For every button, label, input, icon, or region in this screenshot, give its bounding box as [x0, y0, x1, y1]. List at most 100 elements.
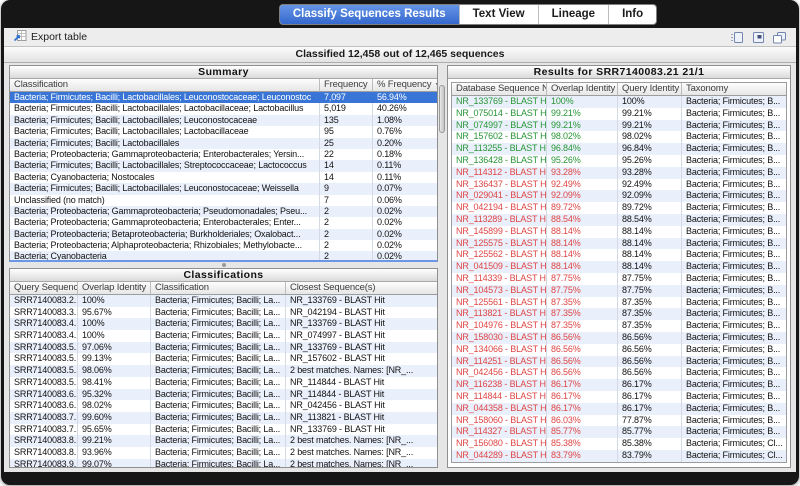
summary-row[interactable]: Bacteria; Proteobacteria; Gammaproteobac…: [10, 217, 437, 228]
results-row[interactable]: NR_134066 - BLAST Hit86.56%86.56%Bacteri…: [452, 344, 786, 356]
classifications-row[interactable]: SRR7140083.5...98.06%Bacteria; Firmicute…: [10, 365, 437, 377]
summary-row[interactable]: Bacteria; Proteobacteria; Gammaproteobac…: [10, 149, 437, 160]
classifications-cell: Bacteria; Firmicutes; Bacilli; La...: [151, 307, 286, 319]
results-row[interactable]: NR_116238 - BLAST Hit86.17%86.17%Bacteri…: [452, 379, 786, 391]
summary-row[interactable]: Bacteria; Firmicutes; Bacilli; Lactobaci…: [10, 126, 437, 137]
summary-column-header[interactable]: % Frequency▼: [373, 79, 437, 92]
results-row[interactable]: NR_125562 - BLAST Hit88.14%88.14%Bacteri…: [452, 249, 786, 261]
tab-info[interactable]: Info: [608, 5, 656, 24]
summary-cell: 7: [320, 195, 373, 206]
results-column-header[interactable]: Taxonomy: [682, 83, 786, 96]
results-cell: 87.75%: [618, 273, 682, 285]
results-row[interactable]: NR_044289 - BLAST Hit83.79%83.79%Bacteri…: [452, 450, 786, 462]
results-row[interactable]: NR_114312 - BLAST Hit93.28%93.28%Bacteri…: [452, 167, 786, 179]
results-row[interactable]: NR_113821 - BLAST Hit87.35%87.35%Bacteri…: [452, 308, 786, 320]
summary-row[interactable]: Bacteria; Proteobacteria; Alphaproteobac…: [10, 240, 437, 251]
summary-row[interactable]: Bacteria; Cyanobacteria; Nostocales140.1…: [10, 172, 437, 183]
classifications-row[interactable]: SRR7140083.2...100%Bacteria; Firmicutes;…: [10, 295, 437, 307]
results-cell: 95.26%: [547, 155, 618, 167]
results-row[interactable]: NR_104976 - BLAST Hit87.35%87.35%Bacteri…: [452, 320, 786, 332]
summary-cell: Bacteria; Cyanobacteria; Nostocales: [10, 172, 320, 183]
results-row[interactable]: NR_114251 - BLAST Hit86.56%86.56%Bacteri…: [452, 356, 786, 368]
results-cell: NR_074997 - BLAST Hit: [452, 120, 547, 132]
summary-row[interactable]: Bacteria; Firmicutes; Bacilli; Lactobaci…: [10, 115, 437, 126]
results-cell: NR_113289 - BLAST Hit: [452, 214, 547, 226]
results-row[interactable]: NR_042456 - BLAST Hit86.56%86.56%Bacteri…: [452, 367, 786, 379]
horizontal-splitter[interactable]: [9, 262, 438, 268]
classifications-row[interactable]: SRR7140083.4...100%Bacteria; Firmicutes;…: [10, 330, 437, 342]
vertical-splitter[interactable]: [438, 65, 447, 468]
export-table-button[interactable]: Export table: [13, 29, 87, 45]
summary-column-header[interactable]: Frequency: [320, 79, 373, 92]
results-row[interactable]: NR_042194 - BLAST Hit89.72%89.72%Bacteri…: [452, 202, 786, 214]
results-row[interactable]: NR_158060 - BLAST Hit86.03%77.87%Bacteri…: [452, 415, 786, 427]
classifications-column-header[interactable]: Overlap Identity: [78, 282, 151, 295]
results-row[interactable]: NR_114327 - BLAST Hit85.77%85.77%Bacteri…: [452, 426, 786, 438]
classifications-row[interactable]: SRR7140083.4...100%Bacteria; Firmicutes;…: [10, 318, 437, 330]
classifications-cell: SRR7140083.5...: [10, 342, 78, 354]
results-row[interactable]: NR_104573 - BLAST Hit87.75%87.75%Bacteri…: [452, 285, 786, 297]
results-row[interactable]: NR_029041 - BLAST Hit92.09%92.09%Bacteri…: [452, 190, 786, 202]
results-cell: 88.14%: [618, 261, 682, 273]
classifications-row[interactable]: SRR7140083.6...95.32%Bacteria; Firmicute…: [10, 389, 437, 401]
classified-count-banner: Classified 12,458 out of 12,465 sequence…: [4, 47, 796, 63]
classifications-column-header[interactable]: Query Sequence▲: [10, 282, 78, 295]
classifications-column-header[interactable]: Classification: [151, 282, 286, 295]
results-cell: 93.28%: [618, 167, 682, 179]
summary-cell: 56.94%: [373, 92, 437, 103]
results-row[interactable]: NR_114339 - BLAST Hit87.75%87.75%Bacteri…: [452, 273, 786, 285]
summary-cell: 0.02%: [373, 251, 437, 260]
results-row[interactable]: NR_156080 - BLAST Hit85.38%85.38%Bacteri…: [452, 438, 786, 450]
new-window-icon[interactable]: [772, 31, 787, 44]
results-row[interactable]: NR_133769 - BLAST Hit100%100%Bacteria; F…: [452, 96, 786, 108]
classifications-cell: Bacteria; Firmicutes; Bacilli; La...: [151, 412, 286, 424]
classifications-row[interactable]: SRR7140083.8...99.21%Bacteria; Firmicute…: [10, 435, 437, 447]
results-row[interactable]: NR_136428 - BLAST Hit95.26%95.26%Bacteri…: [452, 155, 786, 167]
classifications-cell: SRR7140083.8...: [10, 435, 78, 447]
tab-text-view[interactable]: Text View: [459, 5, 538, 24]
classifications-row[interactable]: SRR7140083.5...99.13%Bacteria; Firmicute…: [10, 353, 437, 365]
summary-cell: Bacteria; Firmicutes; Bacilli; Lactobaci…: [10, 103, 320, 114]
classifications-row[interactable]: SRR7140083.7...95.65%Bacteria; Firmicute…: [10, 424, 437, 436]
results-row[interactable]: NR_145899 - BLAST Hit88.14%88.14%Bacteri…: [452, 226, 786, 238]
summary-row[interactable]: Bacteria; Proteobacteria; Gammaproteobac…: [10, 206, 437, 217]
results-row[interactable]: NR_044358 - BLAST Hit86.17%86.17%Bacteri…: [452, 403, 786, 415]
summary-row[interactable]: Bacteria; Firmicutes; Bacilli; Lactobaci…: [10, 183, 437, 194]
tab-lineage[interactable]: Lineage: [538, 5, 608, 24]
expand-table-icon[interactable]: [730, 31, 744, 44]
summary-cell: 2: [320, 217, 373, 228]
classifications-row[interactable]: SRR7140083.5...97.06%Bacteria; Firmicute…: [10, 342, 437, 354]
results-row[interactable]: NR_113289 - BLAST Hit88.54%88.54%Bacteri…: [452, 214, 786, 226]
results-row[interactable]: NR_136437 - BLAST Hit92.49%92.49%Bacteri…: [452, 179, 786, 191]
classifications-row[interactable]: SRR7140083.9...99.07%Bacteria; Firmicute…: [10, 459, 437, 467]
results-column-header[interactable]: Query Identity: [618, 83, 682, 96]
classifications-row[interactable]: SRR7140083.5...98.41%Bacteria; Firmicute…: [10, 377, 437, 389]
classifications-row[interactable]: SRR7140083.6...98.02%Bacteria; Firmicute…: [10, 400, 437, 412]
results-row[interactable]: NR_113255 - BLAST Hit96.84%96.84%Bacteri…: [452, 143, 786, 155]
summary-row[interactable]: Bacteria; Firmicutes; Bacilli; Lactobaci…: [10, 138, 437, 149]
results-row[interactable]: NR_158030 - BLAST Hit86.56%86.56%Bacteri…: [452, 332, 786, 344]
summary-panel: Summary ClassificationFrequency% Frequen…: [9, 65, 438, 262]
results-row[interactable]: NR_074997 - BLAST Hit99.21%99.21%Bacteri…: [452, 120, 786, 132]
popout-icon[interactable]: [751, 31, 765, 44]
summary-row[interactable]: Bacteria; Cyanobacteria20.02%: [10, 251, 437, 260]
summary-row[interactable]: Bacteria; Firmicutes; Bacilli; Lactobaci…: [10, 160, 437, 171]
summary-row[interactable]: Bacteria; Proteobacteria; Betaproteobact…: [10, 229, 437, 240]
results-row[interactable]: NR_157602 - BLAST Hit98.02%98.02%Bacteri…: [452, 131, 786, 143]
tab-classify-sequences-results[interactable]: Classify Sequences Results: [280, 5, 459, 24]
summary-row[interactable]: Bacteria; Firmicutes; Bacilli; Lactobaci…: [10, 103, 437, 114]
summary-row[interactable]: Bacteria; Firmicutes; Bacilli; Lactobaci…: [10, 92, 437, 103]
results-row[interactable]: NR_114844 - BLAST Hit86.17%86.17%Bacteri…: [452, 391, 786, 403]
results-row[interactable]: NR_041509 - BLAST Hit88.14%88.14%Bacteri…: [452, 261, 786, 273]
classifications-row[interactable]: SRR7140083.7...99.60%Bacteria; Firmicute…: [10, 412, 437, 424]
results-row[interactable]: NR_125561 - BLAST Hit87.35%87.35%Bacteri…: [452, 297, 786, 309]
summary-row[interactable]: Unclassified (no match)70.06%: [10, 195, 437, 206]
results-column-header[interactable]: Database Sequence Name: [452, 83, 547, 96]
summary-column-header[interactable]: Classification: [10, 79, 320, 92]
classifications-column-header[interactable]: Closest Sequence(s): [286, 282, 437, 295]
classifications-row[interactable]: SRR7140083.8...93.96%Bacteria; Firmicute…: [10, 447, 437, 459]
results-column-header[interactable]: Overlap Identity▼: [547, 83, 618, 96]
classifications-row[interactable]: SRR7140083.3...95.67%Bacteria; Firmicute…: [10, 307, 437, 319]
results-row[interactable]: NR_125575 - BLAST Hit88.14%88.14%Bacteri…: [452, 238, 786, 250]
results-row[interactable]: NR_075014 - BLAST Hit99.21%99.21%Bacteri…: [452, 108, 786, 120]
